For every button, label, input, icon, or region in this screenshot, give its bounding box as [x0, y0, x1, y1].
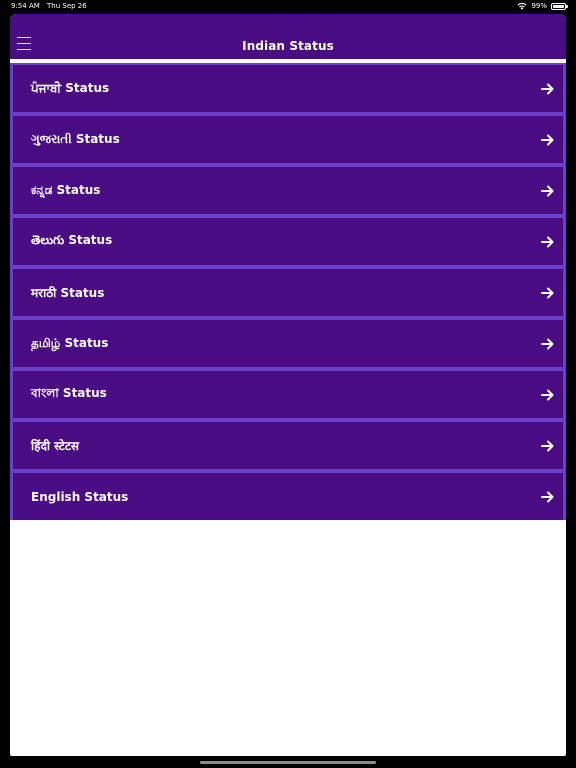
status-time: 9:54 AM	[11, 2, 40, 10]
arrow-right-icon	[541, 83, 554, 94]
list-item-2[interactable]: ಕನ್ನಡ Status	[10, 165, 566, 216]
page-title: Indian Status	[242, 39, 334, 53]
list-item-8[interactable]: English Status	[10, 471, 566, 520]
battery-percent: 99%	[531, 2, 547, 10]
list-item-7[interactable]: हिंदी स्टेटस	[10, 420, 566, 471]
battery-icon	[551, 2, 568, 10]
list-item-label: मराठी Status	[31, 286, 105, 300]
list-item-label: English Status	[31, 489, 129, 504]
list-item-1[interactable]: ગુજરાતી Status	[10, 114, 566, 165]
arrow-right-icon	[541, 440, 554, 451]
list-item-6[interactable]: বাংলা Status	[10, 369, 566, 420]
status-date: Thu Sep 26	[47, 2, 87, 10]
status-bar: 9:54 AM Thu Sep 26 99%	[0, 0, 576, 13]
arrow-right-icon	[541, 338, 554, 349]
status-right-group: 99%	[517, 0, 568, 12]
wifi-icon	[517, 3, 528, 10]
list-item-label: ਪੰਜਾਬੀ Status	[31, 81, 110, 95]
list-item-label: हिंदी स्टेटस	[31, 439, 80, 453]
list-item-5[interactable]: தமிழ் Status	[10, 318, 566, 369]
arrow-right-icon	[541, 134, 554, 145]
list-item-3[interactable]: తెలుగు Status	[10, 216, 566, 267]
device-frame: 9:54 AM Thu Sep 26 99% Indian Status ਪੰਜ…	[0, 0, 576, 768]
list-item-0[interactable]: ਪੰਜਾਬੀ Status	[10, 63, 566, 114]
status-language-list: ਪੰਜਾਬੀ Status ગુજરાતી Status ಕನ್ನಡ Statu…	[10, 63, 566, 520]
home-indicator[interactable]	[200, 761, 376, 764]
navigation-bar: Indian Status	[10, 14, 566, 59]
arrow-right-icon	[541, 236, 554, 247]
list-item-label: ಕನ್ನಡ Status	[31, 183, 101, 197]
list-item-label: ગુજરાતી Status	[31, 132, 120, 146]
arrow-right-icon	[541, 491, 554, 502]
list-item-label: বাংলা Status	[31, 385, 107, 400]
list-item-label: తెలుగు Status	[31, 233, 113, 247]
app-screen: Indian Status ਪੰਜਾਬੀ Status ગુજરાતી Stat…	[10, 14, 566, 756]
arrow-right-icon	[541, 287, 554, 298]
list-item-4[interactable]: मराठी Status	[10, 267, 566, 318]
list-item-label: தமிழ் Status	[31, 335, 109, 350]
arrow-right-icon	[541, 185, 554, 196]
arrow-right-icon	[541, 389, 554, 400]
battery-fill	[553, 4, 564, 8]
